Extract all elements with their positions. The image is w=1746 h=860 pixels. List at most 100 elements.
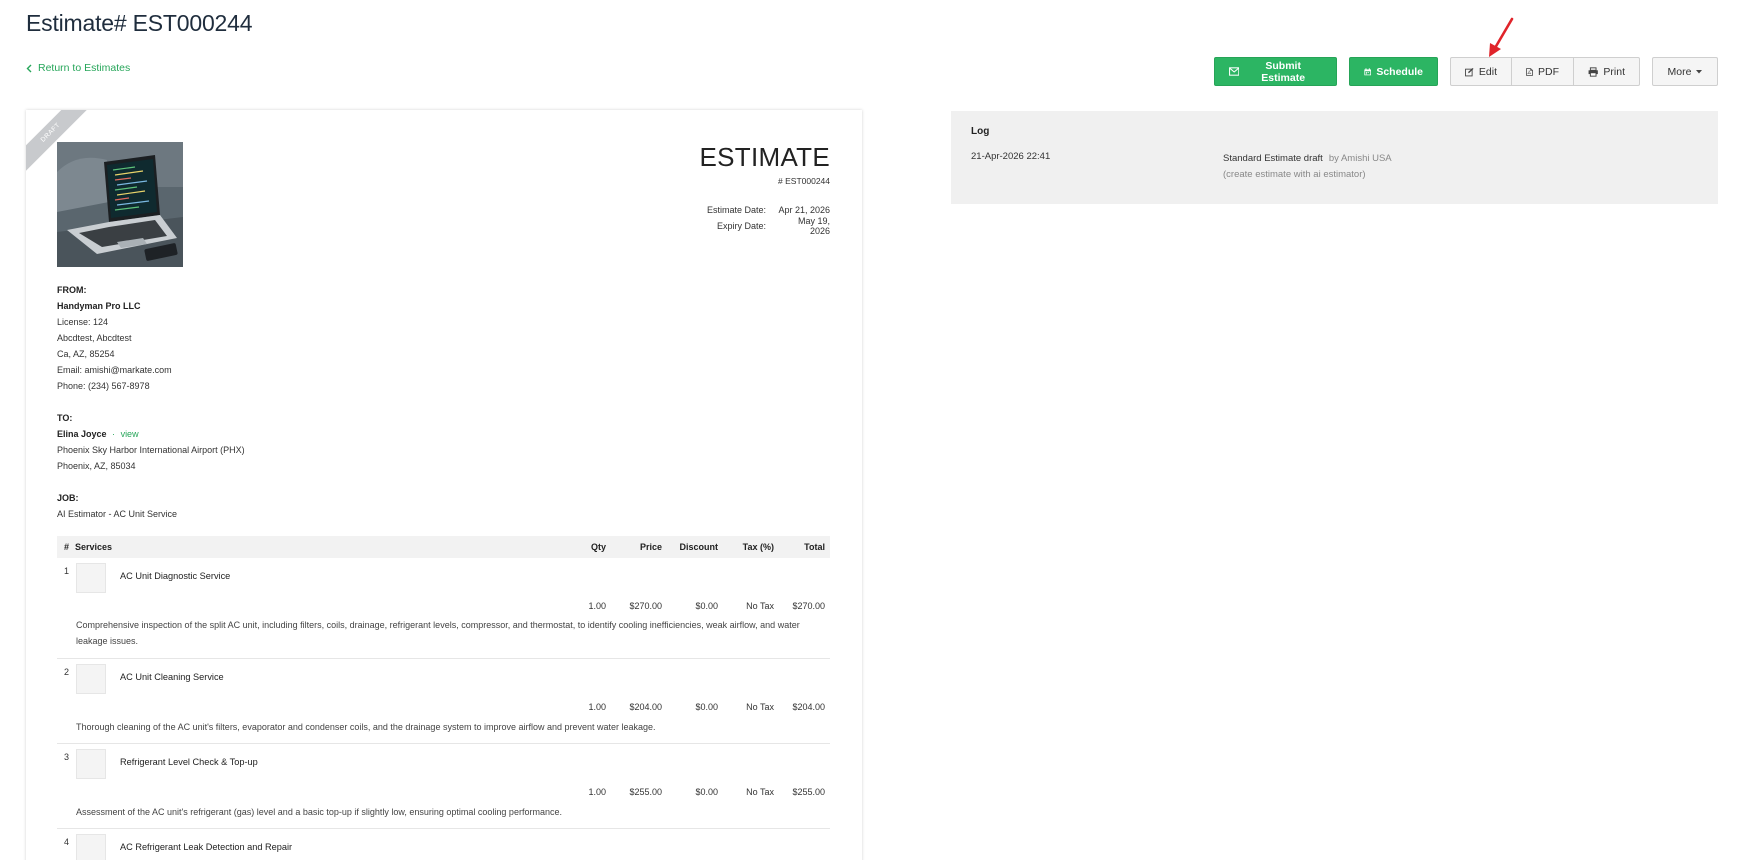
- table-row: 2 AC Unit Cleaning Service 1.00 $204.00 …: [57, 659, 830, 744]
- service-description: Comprehensive inspection of the split AC…: [76, 620, 800, 646]
- row-qty: 1.00: [588, 702, 606, 712]
- log-entry: Standard Estimate draft by Amishi USA (cr…: [1223, 151, 1392, 183]
- row-total: $204.00: [792, 702, 825, 712]
- calendar-icon: [1364, 67, 1371, 75]
- customer-name: Elina Joyce: [57, 429, 107, 439]
- row-price: $270.00: [629, 601, 662, 611]
- table-row: 3 Refrigerant Level Check & Top-up 1.00 …: [57, 744, 830, 829]
- page-title: Estimate# EST000244: [26, 10, 253, 36]
- job-block: JOB: AI Estimator - AC Unit Service: [57, 490, 177, 522]
- service-thumbnail: [76, 749, 106, 779]
- to-address-block: TO: Elina Joyce · view Phoenix Sky Harbo…: [57, 410, 245, 474]
- row-tax: No Tax: [746, 702, 774, 712]
- row-values: 1.00 $255.00 $0.00 No Tax $255.00: [57, 787, 830, 797]
- row-tax: No Tax: [746, 787, 774, 797]
- expiry-date-value: May 19, 2026: [797, 216, 830, 236]
- job-heading: JOB:: [57, 493, 79, 503]
- return-to-estimates-link[interactable]: Return to Estimates: [26, 62, 130, 74]
- printer-icon: [1588, 66, 1598, 77]
- row-number: 1: [64, 566, 70, 576]
- company-logo-image: [57, 142, 183, 267]
- header-discount: Discount: [679, 542, 718, 552]
- from-address-line-1: Abcdtest, Abcdtest: [57, 333, 132, 343]
- row-total: $270.00: [792, 601, 825, 611]
- row-discount: $0.00: [695, 601, 718, 611]
- view-customer-link[interactable]: view: [121, 429, 139, 439]
- row-values: 1.00 $204.00 $0.00 No Tax $204.00: [57, 702, 830, 712]
- action-toolbar: Submit Estimate Schedule Edit PDF Print …: [1214, 57, 1718, 86]
- submit-estimate-label: Submit Estimate: [1261, 59, 1306, 84]
- estimate-heading-block: ESTIMATE # EST000244: [700, 142, 830, 186]
- header-price: Price: [639, 542, 662, 552]
- service-thumbnail: [76, 664, 106, 694]
- service-name: AC Refrigerant Leak Detection and Repair: [120, 842, 293, 852]
- service-name: AC Unit Diagnostic Service: [120, 571, 231, 581]
- print-label: Print: [1603, 65, 1625, 78]
- estimate-heading: ESTIMATE: [699, 142, 830, 172]
- services-table-header: # Services Qty Price Discount Tax (%) To…: [57, 536, 830, 558]
- log-title: Log: [971, 126, 990, 137]
- row-discount: $0.00: [695, 702, 718, 712]
- table-row: 1 AC Unit Diagnostic Service 1.00 $270.0…: [57, 558, 830, 659]
- to-address-line-1: Phoenix Sky Harbor International Airport…: [57, 445, 245, 455]
- estimate-document: DRAFT ESTIMATE # EST000244 Estimate Date…: [26, 110, 862, 860]
- header-num: #: [64, 542, 70, 552]
- pdf-button[interactable]: PDF: [1511, 57, 1574, 86]
- log-entry-time: 21-Apr-2026 22:41: [971, 151, 1051, 162]
- log-entry-author: by Amishi USA: [1328, 153, 1392, 164]
- header-total: Total: [804, 542, 825, 552]
- separator-dot: ·: [112, 429, 116, 439]
- schedule-button[interactable]: Schedule: [1349, 57, 1438, 86]
- service-description: Thorough cleaning of the AC unit's filte…: [76, 722, 656, 732]
- edit-button[interactable]: Edit: [1450, 57, 1512, 86]
- row-qty: 1.00: [588, 787, 606, 797]
- document-actions-group: Edit PDF Print: [1450, 57, 1640, 86]
- row-discount: $0.00: [695, 787, 718, 797]
- submit-estimate-button[interactable]: Submit Estimate: [1214, 57, 1337, 86]
- edit-icon: [1465, 67, 1474, 76]
- to-heading: TO:: [57, 413, 73, 423]
- row-total: $255.00: [792, 787, 825, 797]
- estimate-date-value: Apr 21, 2026: [778, 205, 830, 215]
- service-thumbnail: [76, 834, 106, 860]
- table-row: 4 AC Refrigerant Leak Detection and Repa…: [57, 829, 830, 860]
- print-button[interactable]: Print: [1573, 57, 1640, 86]
- service-name: AC Unit Cleaning Service: [120, 672, 224, 682]
- header-tax: Tax (%): [742, 542, 774, 552]
- from-license: License: 124: [57, 317, 109, 327]
- envelope-icon: [1229, 67, 1240, 76]
- log-entry-event: Standard Estimate draft: [1223, 153, 1323, 164]
- more-dropdown-button[interactable]: More: [1652, 57, 1718, 86]
- row-price: $255.00: [629, 787, 662, 797]
- estimate-number: # EST000244: [778, 176, 830, 186]
- caret-down-icon: [1696, 69, 1703, 73]
- pdf-label: PDF: [1538, 65, 1559, 78]
- service-name: Refrigerant Level Check & Top-up: [120, 757, 258, 767]
- row-price: $204.00: [629, 702, 662, 712]
- schedule-label: Schedule: [1376, 65, 1423, 78]
- from-email: Email: amishi@markate.com: [57, 365, 172, 375]
- pdf-file-icon: [1526, 67, 1533, 76]
- row-qty: 1.00: [588, 601, 606, 611]
- from-address-line-2: Ca, AZ, 85254: [57, 349, 115, 359]
- red-arrow-annotation: [1489, 17, 1514, 57]
- header-services: Services: [75, 542, 113, 552]
- estimate-date-label: Estimate Date:: [706, 205, 766, 215]
- row-number: 3: [64, 752, 70, 762]
- service-description: Assessment of the AC unit's refrigerant …: [76, 807, 562, 817]
- edit-label: Edit: [1478, 65, 1497, 78]
- job-name: AI Estimator - AC Unit Service: [57, 509, 178, 519]
- from-heading: FROM:: [57, 285, 87, 295]
- expiry-date-label: Expiry Date:: [716, 221, 766, 231]
- log-panel: Log 21-Apr-2026 22:41 Standard Estimate …: [951, 111, 1718, 204]
- from-address-block: FROM: Handyman Pro LLC License: 124 Abcd…: [57, 282, 172, 394]
- estimate-dates: Estimate Date: Apr 21, 2026 Expiry Date:…: [706, 202, 830, 236]
- services-table: # Services Qty Price Discount Tax (%) To…: [57, 536, 830, 860]
- row-number: 4: [64, 837, 70, 847]
- from-company: Handyman Pro LLC: [57, 301, 141, 311]
- to-address-line-2: Phoenix, AZ, 85034: [57, 461, 136, 471]
- return-to-estimates-label: Return to Estimates: [38, 62, 131, 74]
- chevron-left-icon: [26, 64, 32, 72]
- header-qty: Qty: [590, 542, 606, 552]
- log-entry-note: (create estimate with ai estimator): [1223, 169, 1366, 180]
